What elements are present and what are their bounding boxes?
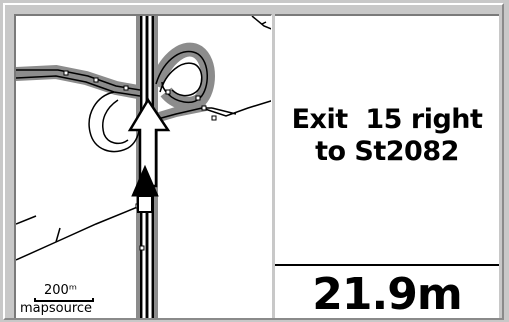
- highlighted-route: [16, 16, 215, 318]
- map-canvas[interactable]: [16, 16, 272, 318]
- scale-label: 200ᵐ: [44, 283, 77, 298]
- navigation-screen: 200ᵐ mapsource Exit 15 right to St2082 2…: [0, 0, 509, 322]
- guidance-panel: Exit 15 right to St2082 21.9m: [275, 14, 499, 318]
- map-view[interactable]: 200ᵐ mapsource: [14, 14, 272, 318]
- distance-to-turn: 21.9m: [312, 269, 462, 319]
- instruction-line-1: Exit 15 right: [291, 104, 483, 135]
- panel-divider: [275, 264, 499, 266]
- instruction-line-2: to St2082: [315, 136, 459, 167]
- map-scale: 200ᵐ mapsource: [20, 282, 110, 318]
- map-source-label: mapsource: [20, 301, 93, 316]
- turn-instruction: Exit 15 right to St2082: [275, 104, 499, 168]
